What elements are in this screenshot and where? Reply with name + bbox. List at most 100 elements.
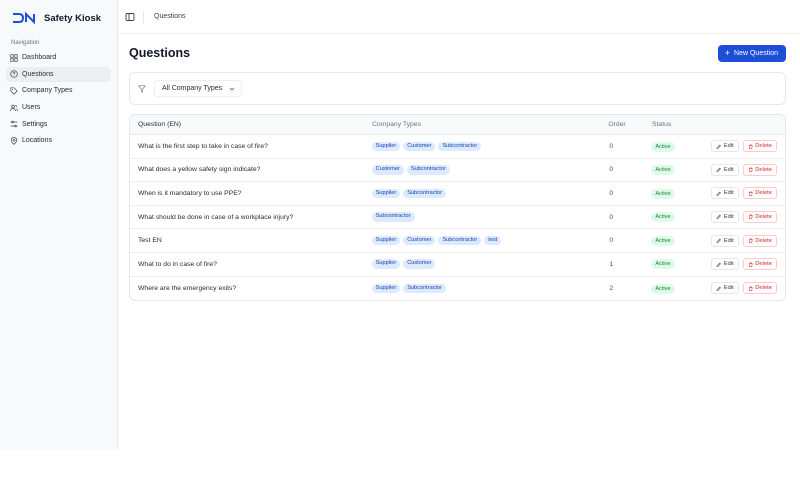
sidebar-item-label: Locations (22, 137, 52, 145)
delete-button[interactable]: Delete (742, 140, 778, 153)
company-types-cell: Supplier Customer Subcontractor test (371, 235, 586, 246)
filter-icon (138, 85, 146, 93)
new-question-label: New Question (734, 49, 778, 57)
main-content: Questions + New Question All Company Typ… (129, 34, 786, 302)
question-text: What does a yellow safety sign indicate? (138, 166, 261, 174)
table-row: Test EN Supplier Customer Subcontractor test… (130, 229, 785, 253)
delete-button[interactable]: Delete (742, 163, 778, 176)
company-type-badge: Supplier (371, 141, 401, 152)
new-question-button[interactable]: + New Question (717, 44, 786, 62)
sidebar-item-questions[interactable]: Questions (6, 66, 111, 82)
sidebar-item-label: Questions (22, 70, 54, 78)
header-question[interactable]: Question (EN) (130, 121, 372, 128)
header-company-types[interactable]: Company Types (372, 121, 586, 128)
table-row: Where are the emergency exits? Supplier Su… (130, 277, 785, 301)
brand[interactable]: Safety Kiosk (0, 0, 117, 36)
order-value: 0 (609, 189, 614, 197)
company-types-cell: Supplier Customer (371, 259, 586, 270)
company-type-badge: Supplier (371, 259, 401, 270)
trash-icon (748, 262, 756, 268)
plus-icon: + (724, 47, 731, 58)
table-header: Question (EN) Company Types Order Status (130, 115, 785, 135)
status-cell: Active (641, 212, 711, 223)
edit-label: Edit (723, 214, 734, 221)
delete-button[interactable]: Delete (742, 282, 778, 295)
company-types-cell: Supplier Customer Subcontractor (371, 141, 586, 152)
company-type-badge: Subcontractor (438, 141, 482, 152)
edit-button[interactable]: Edit (711, 282, 739, 295)
order-value: 0 (609, 213, 614, 221)
sidebar-item-dashboard[interactable]: Dashboard (6, 50, 111, 65)
pencil-icon (716, 286, 724, 292)
company-type-badge: Subcontractor (371, 212, 415, 222)
chevron-down-icon (229, 86, 235, 92)
order-value: 1 (609, 260, 614, 268)
sidebar: Safety Kiosk Navigation Dashboard Questio… (0, 0, 118, 450)
status-cell: Active (641, 165, 711, 176)
divider (143, 10, 144, 23)
sidebar-item-users[interactable]: Users (6, 100, 111, 115)
status-badge: Active (651, 141, 675, 152)
status-badge: Active (651, 165, 675, 176)
questions-table: Question (EN) Company Types Order Status… (129, 114, 786, 302)
header-status[interactable]: Status (642, 121, 712, 128)
status-badge: Active (651, 212, 675, 223)
company-type-select-value: All Company Types (162, 85, 223, 92)
delete-button[interactable]: Delete (742, 211, 778, 224)
company-type-select[interactable]: All Company Types (154, 80, 243, 97)
pencil-icon (716, 144, 724, 150)
status-badge: Active (651, 283, 675, 294)
delete-label: Delete (755, 214, 773, 221)
edit-button[interactable]: Edit (711, 258, 739, 271)
sidebar-nav: Dashboard Questions Company Types Users Sett… (0, 50, 117, 148)
company-type-badge: Subcontractor (438, 235, 482, 246)
company-types-cell: Supplier Subcontractor (371, 283, 586, 294)
trash-icon (748, 238, 756, 244)
sidebar-item-label: Dashboard (22, 54, 57, 61)
edit-label: Edit (723, 285, 734, 292)
pencil-icon (716, 167, 724, 173)
sidebar-toggle-icon[interactable] (125, 12, 135, 22)
delete-label: Delete (755, 166, 773, 173)
row-actions: Edit Delete (711, 234, 785, 247)
sidebar-item-locations[interactable]: Locations (6, 133, 111, 148)
delete-button[interactable]: Delete (742, 187, 778, 200)
edit-label: Edit (723, 261, 734, 268)
filter-bar: All Company Types (129, 72, 786, 105)
users-icon (10, 104, 18, 112)
edit-button[interactable]: Edit (711, 140, 739, 153)
edit-label: Edit (723, 143, 734, 150)
order-value: 0 (609, 142, 614, 150)
row-actions: Edit Delete (711, 163, 785, 176)
company-type-badge: Subcontractor (403, 188, 447, 199)
sidebar-item-label: Users (22, 104, 41, 112)
edit-label: Edit (723, 190, 734, 197)
company-type-badge: Customer (403, 235, 436, 246)
order-value: 0 (609, 166, 614, 174)
pencil-icon (716, 238, 724, 244)
sidebar-item-settings[interactable]: Settings (6, 117, 111, 132)
company-types-cell: Supplier Subcontractor (371, 188, 586, 199)
table-row: What to do in case of fire? Supplier Custo… (130, 253, 785, 277)
header-order[interactable]: Order (586, 121, 642, 128)
delete-label: Delete (755, 237, 773, 244)
map-pin-icon (10, 137, 18, 145)
trash-icon (748, 167, 756, 173)
pencil-icon (716, 262, 724, 268)
tag-icon (10, 87, 18, 95)
sidebar-item-label: Company Types (22, 87, 73, 95)
row-actions: Edit Delete (711, 140, 785, 153)
delete-button[interactable]: Delete (742, 234, 778, 247)
question-text: What should be done in case of a workpla… (138, 213, 294, 221)
status-cell: Active (641, 283, 711, 294)
table-row: What should be done in case of a workpla… (130, 206, 785, 230)
trash-icon (748, 191, 756, 197)
sidebar-item-company-types[interactable]: Company Types (6, 83, 111, 98)
delete-button[interactable]: Delete (742, 258, 778, 271)
edit-button[interactable]: Edit (711, 163, 739, 176)
edit-button[interactable]: Edit (711, 211, 739, 224)
company-type-badge: Subcontractor (406, 165, 450, 175)
nav-heading: Navigation (11, 40, 40, 46)
edit-button[interactable]: Edit (711, 187, 739, 200)
edit-button[interactable]: Edit (711, 234, 739, 247)
